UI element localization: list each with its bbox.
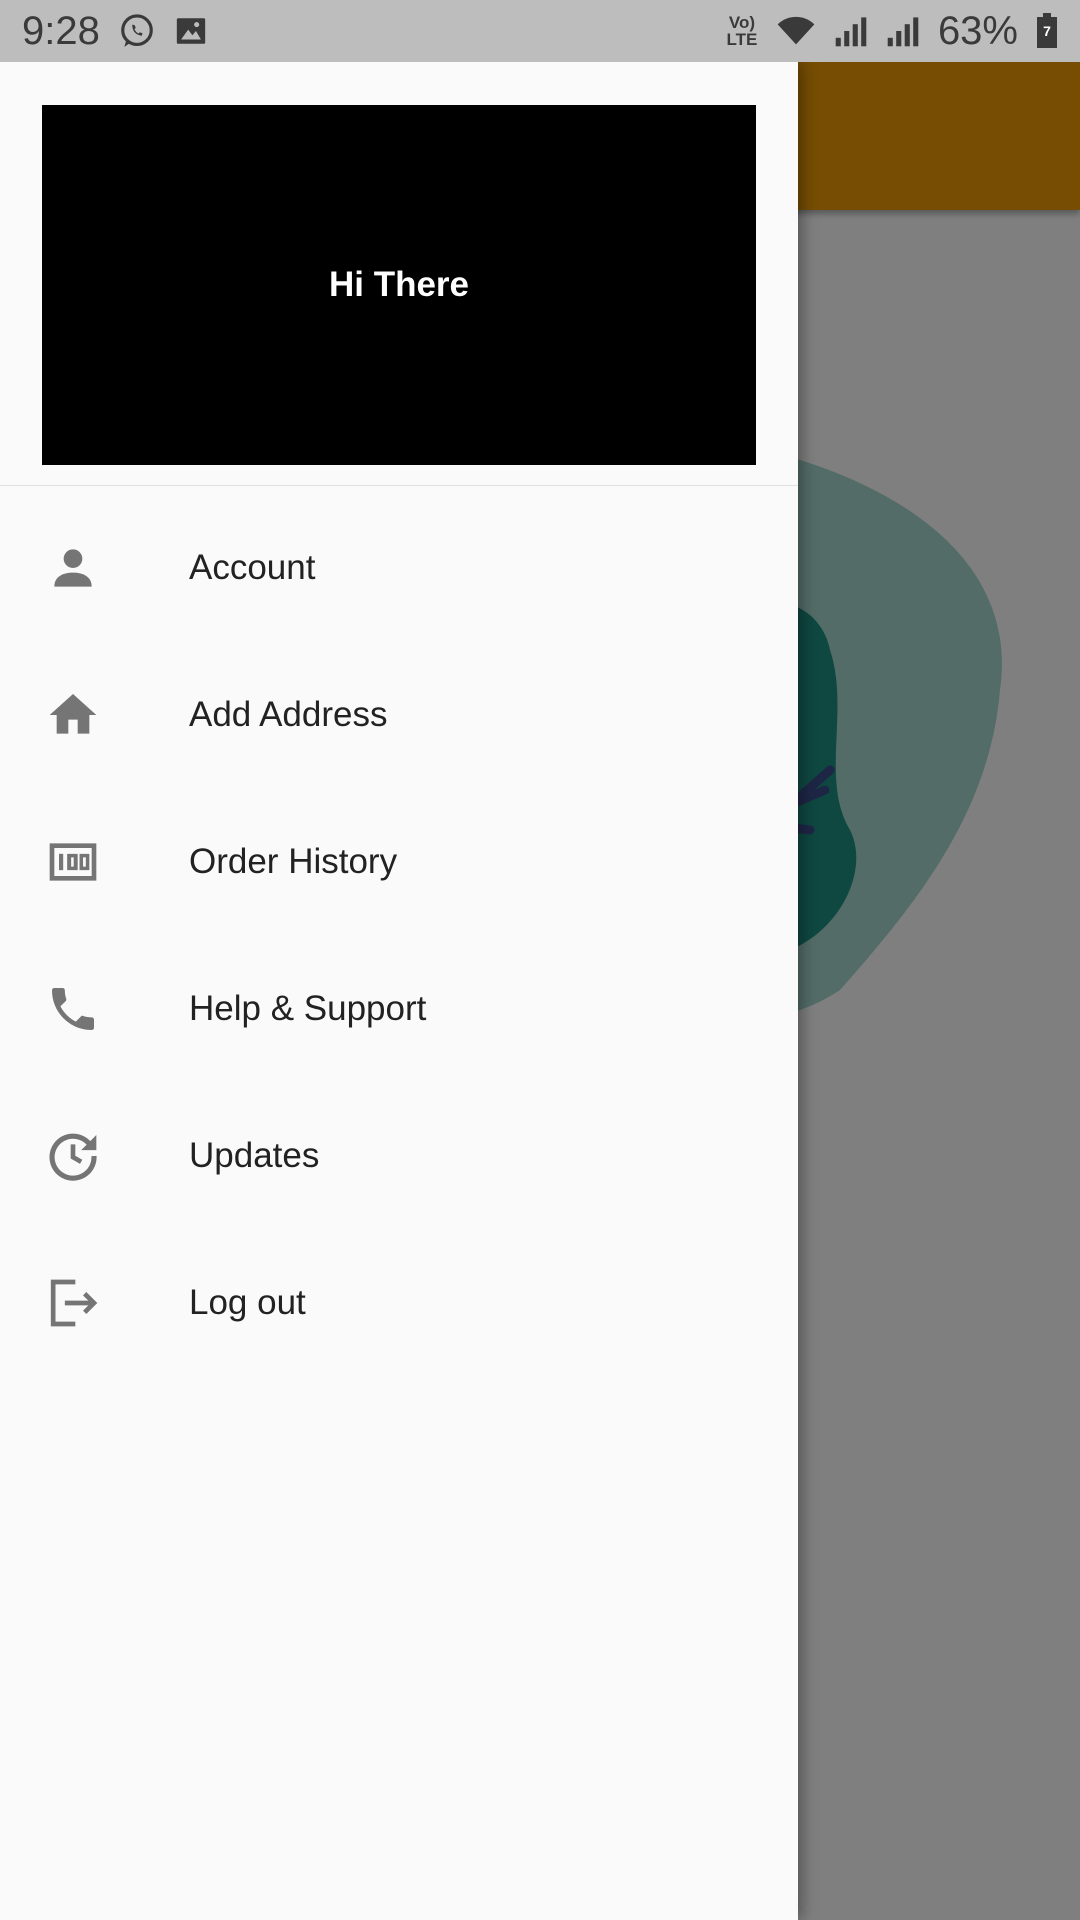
menu-item-updates[interactable]: Updates xyxy=(0,1082,798,1229)
whatsapp-icon xyxy=(118,12,156,50)
home-icon xyxy=(45,687,101,743)
counter-100-icon xyxy=(45,834,101,890)
menu-item-label: Add Address xyxy=(189,694,388,734)
menu-item-label: Order History xyxy=(189,841,398,881)
drawer-divider xyxy=(0,485,798,486)
wifi-icon xyxy=(776,13,816,49)
phone-icon xyxy=(45,981,101,1037)
update-clock-icon xyxy=(45,1128,101,1184)
menu-item-label: Log out xyxy=(189,1282,306,1322)
menu-item-order-history[interactable]: Order History xyxy=(0,788,798,935)
drawer-header: Hi There xyxy=(42,105,756,465)
menu-item-label: Updates xyxy=(189,1135,320,1175)
menu-item-label: Account xyxy=(189,547,316,587)
menu-item-help-support[interactable]: Help & Support xyxy=(0,935,798,1082)
menu-item-add-address[interactable]: Add Address xyxy=(0,641,798,788)
gallery-icon xyxy=(174,14,208,48)
signal-icon xyxy=(834,13,868,49)
person-icon xyxy=(45,540,101,596)
menu-item-account[interactable]: Account xyxy=(0,494,798,641)
signal-icon xyxy=(886,13,920,49)
menu-item-log-out[interactable]: Log out xyxy=(0,1229,798,1376)
drawer-menu: Account Add Address Order History Help &… xyxy=(0,494,798,1376)
volte-indicator: Vo) LTE xyxy=(726,13,758,49)
battery-percentage: 63% xyxy=(937,8,1018,53)
status-bar: 9:28 Vo) LTE 63% 7 xyxy=(0,0,1080,62)
navigation-drawer: Hi There Account Add Address Order Histo… xyxy=(0,62,798,1920)
menu-item-label: Help & Support xyxy=(189,988,427,1028)
drawer-greeting: Hi There xyxy=(328,265,470,304)
battery-icon: 7 xyxy=(1036,13,1058,49)
logout-icon xyxy=(45,1275,101,1331)
battery-badge: 7 xyxy=(1043,23,1051,39)
status-time: 9:28 xyxy=(22,8,100,53)
